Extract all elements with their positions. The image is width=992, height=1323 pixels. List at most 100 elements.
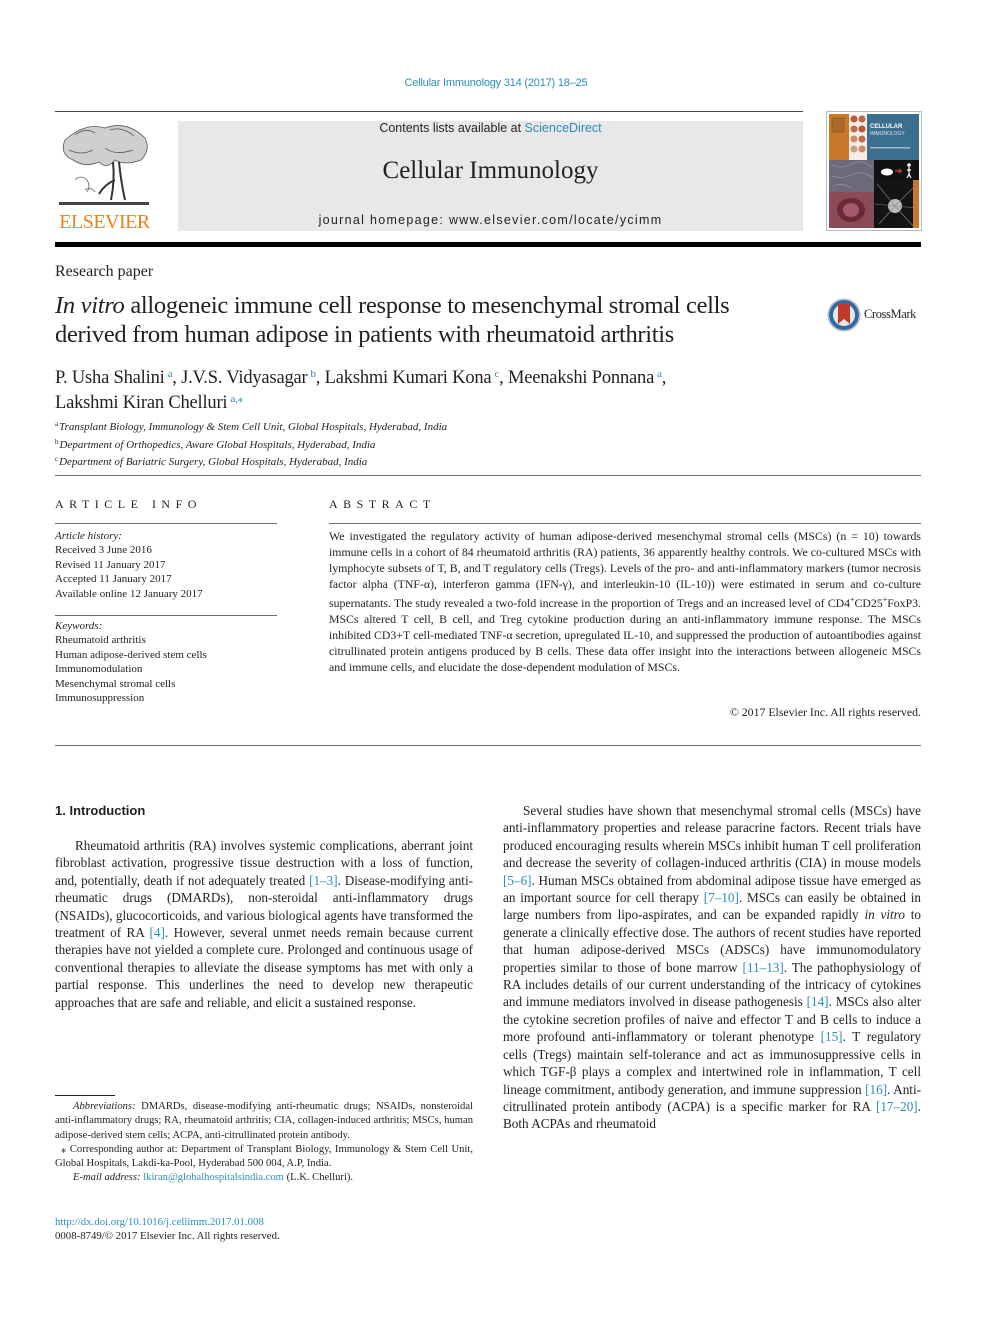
journal-masthead: Contents lists available at ScienceDirec… [178, 121, 803, 231]
sciencedirect-link[interactable]: ScienceDirect [525, 121, 602, 135]
author-name[interactable]: Lakshmi Kumari Kona [325, 368, 492, 388]
keyword-item: Human adipose-derived stem cells [55, 648, 207, 661]
keywords-list: Keywords: Rheumatoid arthritis Human adi… [55, 619, 207, 705]
history-item: Received 3 June 2016 [55, 544, 152, 557]
affiliation-key: c [55, 455, 59, 463]
keywords-label: Keywords: [55, 620, 103, 632]
abstract-heading: ABSTRACT [329, 497, 436, 511]
contents-available-line: Contents lists available at ScienceDirec… [178, 121, 803, 135]
body-column-left: Rheumatoid arthritis (RA) involves syste… [55, 837, 473, 1011]
email-suffix: (L.K. Chelluri). [283, 1172, 354, 1184]
header-thick-divider [55, 242, 921, 247]
author-separator: , [315, 368, 325, 388]
crossmark-button[interactable]: CrossMark [826, 297, 926, 333]
abbreviations-label: Abbreviations: [73, 1101, 136, 1112]
text-run: Several studies have shown that mesenchy… [503, 803, 921, 871]
journal-cover-image: CELLULAR IMMUNOLOGY [829, 114, 919, 228]
abstract-copyright: © 2017 Elsevier Inc. All rights reserved… [729, 705, 921, 719]
crossmark-icon [827, 298, 861, 332]
author-separator: , [661, 368, 667, 388]
author-name[interactable]: J.V.S. Vidyasagar [181, 368, 308, 388]
author[interactable]: Lakshmi Kiran Chelluri a,⁎ [55, 393, 243, 413]
body-column-right: Several studies have shown that mesenchy… [503, 802, 921, 1133]
paragraph: Rheumatoid arthritis (RA) involves syste… [55, 837, 473, 1011]
keyword-item: Immunosuppression [55, 692, 145, 705]
article-history: Article history: Received 3 June 2016 Re… [55, 529, 203, 601]
author[interactable]: Meenakshi Ponnana a [508, 368, 662, 388]
citation-reference-link[interactable]: [14] [807, 994, 829, 1009]
article-type-label: Research paper [55, 263, 154, 280]
history-item: Revised 11 January 2017 [55, 558, 166, 571]
email-label: E-mail address: [73, 1172, 141, 1184]
journal-homepage-link[interactable]: journal homepage: www.elsevier.com/locat… [178, 213, 803, 227]
crossmark-label: CrossMark [864, 307, 916, 321]
affiliation-item: bDepartment of Orthopedics, Aware Global… [55, 435, 447, 453]
author-separator: , [499, 368, 508, 388]
keywords-divider [55, 615, 277, 616]
citation-reference-link[interactable]: [11–13] [743, 960, 784, 975]
author-affiliation-marker[interactable]: a,⁎ [230, 393, 243, 405]
italic-text: in vitro [864, 907, 905, 923]
citation-reference-link[interactable]: [5–6] [503, 873, 532, 888]
journal-citation[interactable]: Cellular Immunology 314 (2017) 18–25 [0, 77, 992, 89]
header-divider [55, 111, 803, 112]
affiliation-key: b [55, 437, 59, 446]
abstract-divider [329, 523, 921, 524]
keyword-item: Mesenchymal stromal cells [55, 677, 176, 690]
article-title-line1: allogeneic immune cell response to mesen… [124, 292, 730, 319]
author[interactable]: J.V.S. Vidyasagar b [181, 368, 316, 388]
issn-copyright: 0008-8749/© 2017 Elsevier Inc. All right… [55, 1230, 280, 1242]
affiliation-key: a [55, 420, 59, 428]
affiliation-text: Department of Bariatric Surgery, Global … [59, 456, 368, 468]
doi-link[interactable]: http://dx.doi.org/10.1016/j.cellimm.2017… [55, 1216, 264, 1228]
abstract-body: We investigated the regulatory activity … [329, 528, 921, 675]
keyword-item: Rheumatoid arthritis [55, 634, 146, 647]
abbreviations-footnote: Abbreviations: DMARDs, disease-modifying… [55, 1100, 473, 1143]
journal-title: Cellular Immunology [382, 157, 599, 184]
cover-title-line1: CELLULAR [870, 124, 903, 130]
paragraph: Several studies have shown that mesenchy… [503, 802, 921, 1133]
article-info-heading: ARTICLE INFO [55, 497, 202, 511]
affiliation-item: cDepartment of Bariatric Surgery, Global… [55, 452, 447, 470]
author[interactable]: Lakshmi Kumari Kona c [325, 368, 500, 388]
author-list: P. Usha Shalini a, J.V.S. Vidyasagar b, La… [55, 364, 815, 414]
corresponding-author-footnote: ⁎ Corresponding author at: Department of… [55, 1143, 473, 1172]
citation-reference-link[interactable]: [1–3] [309, 873, 338, 888]
email-link[interactable]: lkiran@globalhospitalsindia.com [143, 1172, 284, 1183]
citation-reference-link[interactable]: [15] [821, 1029, 843, 1044]
affiliation-list: aTransplant Biology, Immunology & Stem C… [55, 417, 447, 470]
affiliation-text: Transplant Biology, Immunology & Stem Ce… [59, 421, 448, 433]
author-separator: , [172, 368, 182, 388]
corresponding-author-text: ⁎ Corresponding author at: Department of… [55, 1143, 473, 1170]
section-heading-introduction: 1. Introduction [55, 803, 146, 818]
citation-reference-link[interactable]: [7–10] [704, 890, 739, 905]
article-title-italic: In vitro [55, 292, 125, 319]
article-title: In vitro allogeneic immune cell response… [55, 291, 815, 349]
contents-prefix: Contents lists available at [379, 121, 525, 135]
author[interactable]: P. Usha Shalini a [55, 368, 172, 388]
email-footnote: E-mail address: lkiran@globalhospitalsin… [55, 1171, 473, 1185]
history-item: Available online 12 January 2017 [55, 587, 203, 600]
author-name[interactable]: P. Usha Shalini [55, 368, 165, 388]
footnote-divider [55, 1095, 115, 1096]
affiliation-text: Department of Orthopedics, Aware Global … [59, 438, 376, 451]
abstract-bottom-divider [55, 745, 921, 746]
elsevier-wordmark: ELSEVIER [59, 211, 150, 233]
abstract-text-part: We investigated the regulatory activity … [329, 529, 921, 610]
author-name[interactable]: Lakshmi Kiran Chelluri [55, 393, 228, 413]
affiliation-item: aTransplant Biology, Immunology & Stem C… [55, 417, 447, 435]
section-divider [55, 475, 921, 476]
citation-reference-link[interactable]: [4] [150, 925, 165, 940]
article-info-divider [55, 523, 277, 524]
elsevier-logo[interactable]: ELSEVIER [53, 118, 156, 235]
abstract-text-part: CD25 [854, 595, 883, 610]
journal-cover-thumbnail[interactable]: CELLULAR IMMUNOLOGY [826, 111, 922, 231]
author-name[interactable]: Meenakshi Ponnana [508, 368, 654, 388]
history-item: Accepted 11 January 2017 [55, 573, 172, 586]
elsevier-tree-icon [55, 120, 153, 208]
footnotes: Abbreviations: DMARDs, disease-modifying… [55, 1100, 473, 1186]
citation-reference-link[interactable]: [16] [865, 1082, 887, 1097]
article-title-line2: derived from human adipose in patients w… [55, 321, 675, 348]
cover-title-line2: IMMUNOLOGY [870, 131, 905, 137]
citation-reference-link[interactable]: [17–20] [876, 1099, 918, 1114]
